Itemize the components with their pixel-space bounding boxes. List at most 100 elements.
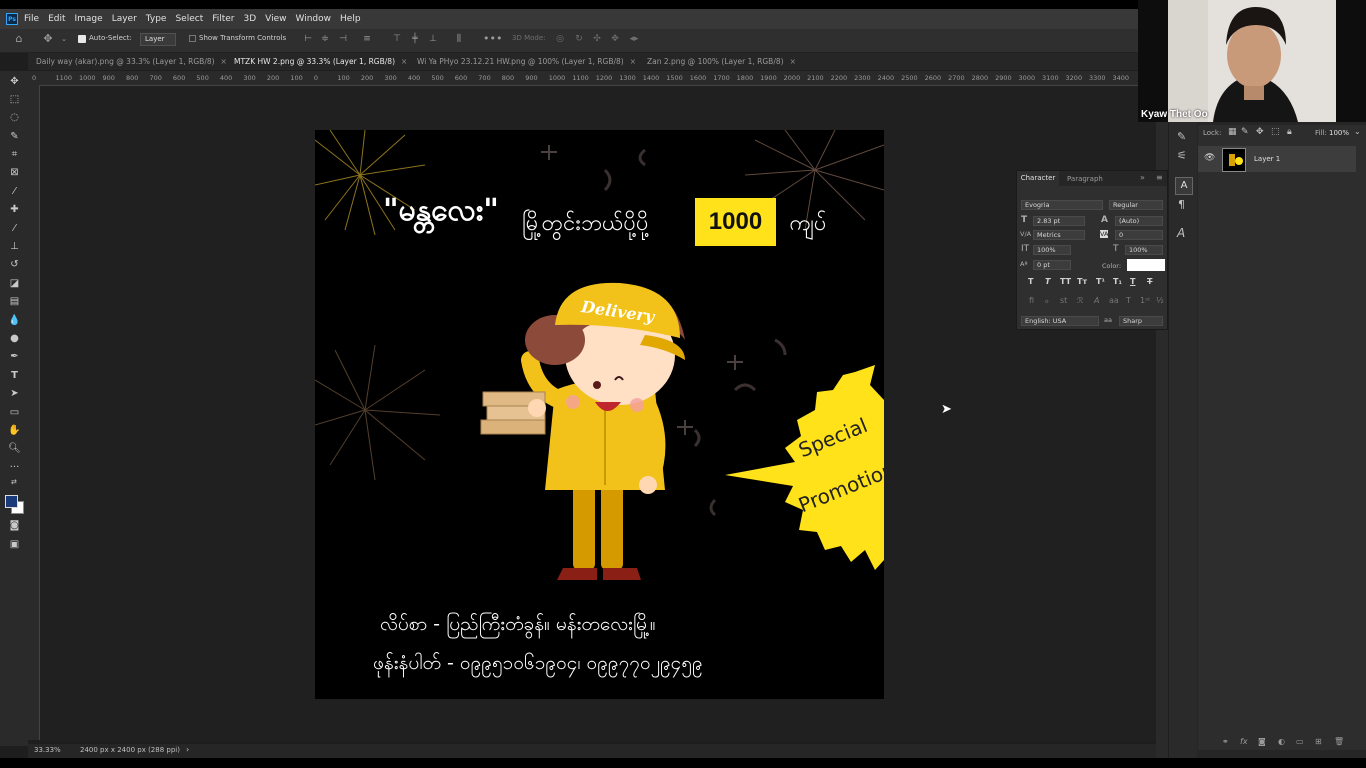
kerning-field[interactable]: Metrics: [1033, 230, 1085, 240]
swap-colors-icon[interactable]: ⇄: [11, 478, 17, 486]
crop-tool-icon[interactable]: ⌗: [7, 147, 22, 162]
menu-image[interactable]: Image: [75, 14, 103, 24]
show-transform-checkbox[interactable]: [189, 35, 196, 42]
lock-artboard-icon[interactable]: ⬚: [1271, 127, 1280, 137]
superscript-icon[interactable]: T¹: [1096, 277, 1105, 286]
menu-3d[interactable]: 3D: [244, 14, 257, 24]
align-top-icon[interactable]: ⊤: [391, 33, 403, 45]
glyphs-panel-icon[interactable]: A: [1177, 226, 1185, 240]
antialias-dropdown[interactable]: Sharp: [1119, 316, 1163, 326]
hand-tool-icon[interactable]: ✋: [7, 423, 22, 438]
font-family-dropdown[interactable]: Evogria: [1021, 200, 1103, 210]
pen-tool-icon[interactable]: ✒: [7, 349, 22, 364]
frame-tool-icon[interactable]: ⊠: [7, 165, 22, 180]
align-left-icon[interactable]: ⊢: [302, 33, 314, 45]
3d-pan-icon[interactable]: ✣: [591, 33, 603, 45]
horizontal-scale-field[interactable]: 100%: [1125, 245, 1163, 255]
lock-position-icon[interactable]: ✥: [1256, 127, 1264, 137]
eyedropper-tool-icon[interactable]: ⁄: [7, 184, 22, 199]
tab-zan-2[interactable]: Zan 2.png @ 100% (Layer 1, RGB/8) ×: [647, 53, 796, 70]
subscript-icon[interactable]: T₁: [1113, 277, 1122, 286]
underline-icon[interactable]: T: [1130, 277, 1135, 286]
path-select-tool-icon[interactable]: ➤: [7, 386, 22, 401]
move-tool-preset-icon[interactable]: ✥: [42, 33, 54, 45]
contextual-alternates-icon[interactable]: T: [1126, 296, 1131, 305]
character-panel-icon[interactable]: A: [1175, 177, 1193, 195]
blur-tool-icon[interactable]: 💧: [7, 313, 22, 328]
vertical-scale-field[interactable]: 100%: [1033, 245, 1071, 255]
dodge-tool-icon[interactable]: ●: [7, 331, 22, 346]
lock-all-icon[interactable]: 🔒︎: [1287, 127, 1292, 137]
ordinals-icon[interactable]: aa: [1109, 296, 1119, 305]
ligatures-icon[interactable]: fi: [1029, 296, 1034, 305]
baseline-shift-field[interactable]: 0 pt: [1033, 260, 1071, 270]
collapse-panel-icon[interactable]: »: [1140, 173, 1145, 182]
status-menu-arrow-icon[interactable]: ›: [186, 745, 189, 754]
standard-ordinals-icon[interactable]: 1ˢᵗ: [1140, 296, 1150, 305]
brush-tool-icon[interactable]: ⁄: [7, 221, 22, 236]
history-brush-tool-icon[interactable]: ↺: [7, 257, 22, 272]
leading-field[interactable]: (Auto): [1115, 216, 1163, 226]
align-middle-icon[interactable]: ╪: [409, 33, 421, 45]
font-size-field[interactable]: 2.83 pt: [1033, 216, 1085, 226]
layer-row[interactable]: 👁︎ Layer 1: [1198, 146, 1356, 172]
tab-paragraph[interactable]: Paragraph: [1067, 175, 1103, 183]
menu-select[interactable]: Select: [175, 14, 203, 24]
lock-transparent-icon[interactable]: ▦: [1228, 127, 1237, 137]
rectangle-tool-icon[interactable]: ▭: [7, 405, 22, 420]
3d-orbit-icon[interactable]: ◎: [554, 33, 566, 45]
tab-mtzk-hw-2[interactable]: MTZK HW 2.png @ 33.3% (Layer 1, RGB/8) ×: [234, 53, 407, 70]
menu-layer[interactable]: Layer: [112, 14, 137, 24]
menu-type[interactable]: Type: [146, 14, 167, 24]
add-mask-icon[interactable]: ◙: [1258, 737, 1266, 746]
type-tool-icon[interactable]: T: [7, 368, 22, 383]
faux-italic-icon[interactable]: T: [1045, 277, 1050, 286]
titling-alternates-icon[interactable]: A: [1094, 296, 1099, 305]
align-center-icon[interactable]: ≑: [319, 33, 331, 45]
eye-visibility-icon[interactable]: 👁︎: [1204, 153, 1215, 163]
3d-scale-icon[interactable]: ◂▸: [628, 33, 640, 45]
marquee-tool-icon[interactable]: ⬚: [7, 92, 22, 107]
distribute-vertical-icon[interactable]: ≡: [361, 33, 373, 45]
menu-help[interactable]: Help: [340, 14, 361, 24]
move-tool-icon[interactable]: ✥: [7, 74, 22, 89]
panel-menu-icon[interactable]: ≡: [1156, 173, 1163, 182]
align-bottom-icon[interactable]: ⊥: [427, 33, 439, 45]
link-layers-icon[interactable]: ⚭: [1222, 737, 1229, 746]
lock-pixels-icon[interactable]: ✎: [1241, 127, 1249, 137]
tracking-field[interactable]: 0: [1115, 230, 1163, 240]
more-tools-icon[interactable]: ···: [7, 460, 22, 475]
faux-bold-icon[interactable]: T: [1028, 277, 1033, 286]
menu-view[interactable]: View: [265, 14, 286, 24]
chevron-down-icon[interactable]: ⌄: [1354, 127, 1361, 136]
align-right-icon[interactable]: ⊣: [337, 33, 349, 45]
menu-edit[interactable]: Edit: [48, 14, 65, 24]
document-canvas[interactable]: Delivery "မန္တလေး" မြို့တွင်းဘယ်ပို့ပို့…: [315, 130, 884, 699]
text-color-swatch[interactable]: [1127, 259, 1165, 271]
tab-wi-ya-phyo[interactable]: Wi Ya PHyo 23.12.21 HW.png @ 100% (Layer…: [417, 53, 636, 70]
font-style-dropdown[interactable]: Regular: [1109, 200, 1163, 210]
fractions-icon[interactable]: ½: [1156, 296, 1164, 305]
3d-roll-icon[interactable]: ↻: [573, 33, 585, 45]
lasso-tool-icon[interactable]: ◌: [7, 110, 22, 125]
adjustments-icon[interactable]: ⚟: [1177, 149, 1187, 162]
adjustment-layer-icon[interactable]: ◐: [1278, 737, 1285, 746]
fx-icon[interactable]: fx: [1240, 737, 1248, 746]
eraser-tool-icon[interactable]: ◪: [7, 276, 22, 291]
more-options-icon[interactable]: •••: [483, 33, 502, 45]
menu-window[interactable]: Window: [296, 14, 332, 24]
distribute-horizontal-icon[interactable]: ⫼: [453, 33, 465, 45]
delete-layer-icon[interactable]: 🗑︎: [1334, 737, 1344, 746]
swash-icon[interactable]: st: [1060, 296, 1067, 305]
new-group-icon[interactable]: ▭: [1296, 737, 1304, 746]
gradient-tool-icon[interactable]: ▤: [7, 294, 22, 309]
3d-slide-icon[interactable]: ✥: [609, 33, 621, 45]
language-dropdown[interactable]: English: USA: [1021, 316, 1099, 326]
screen-mode-icon[interactable]: ▣: [7, 537, 22, 552]
close-icon[interactable]: ×: [221, 57, 227, 66]
close-icon[interactable]: ×: [790, 57, 796, 66]
chevron-down-icon[interactable]: ⌄: [58, 33, 70, 45]
tab-character[interactable]: Character: [1017, 171, 1059, 186]
auto-select-checkbox[interactable]: [78, 35, 86, 43]
tab-daily-way[interactable]: Daily way (akar).png @ 33.3% (Layer 1, R…: [36, 53, 227, 70]
